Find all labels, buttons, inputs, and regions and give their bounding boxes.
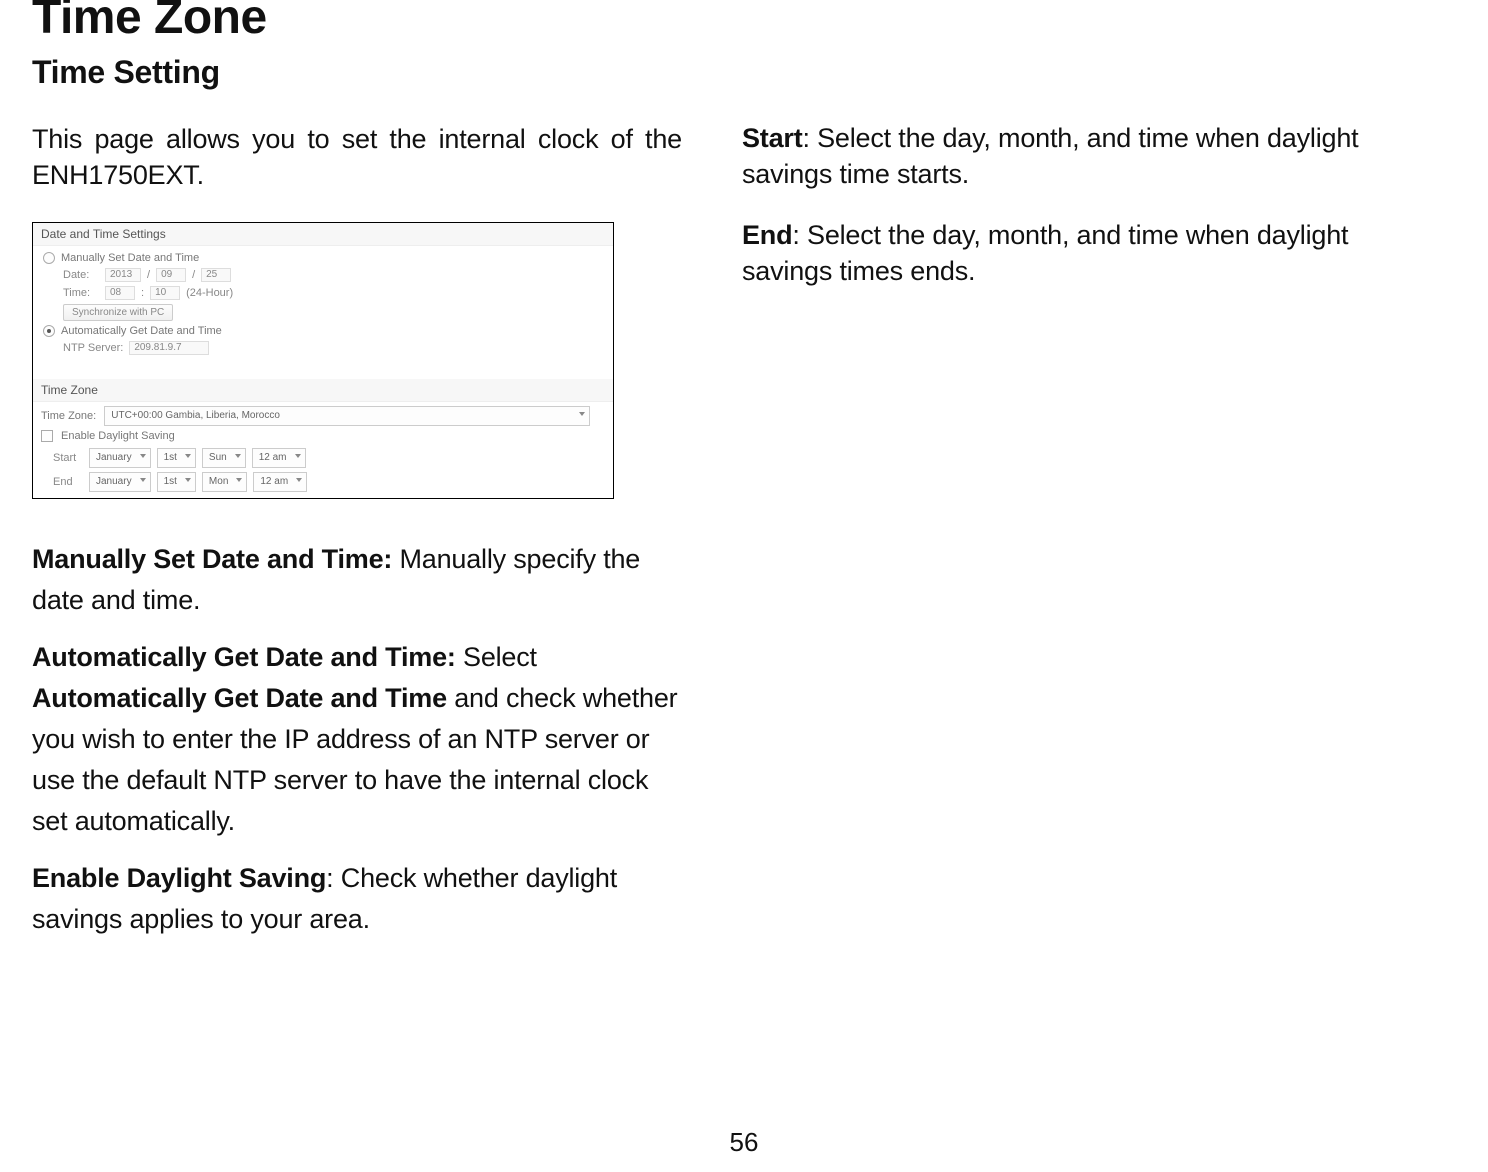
two-column-layout: This page allows you to set the internal… [32,121,1458,940]
end-label: End [53,476,83,488]
time-suffix: (24-Hour) [186,287,233,299]
end-time-select[interactable]: 12 am [253,472,307,492]
date-day-input[interactable]: 25 [201,268,231,282]
timezone-label: Time Zone: [41,410,96,422]
para-start: Start: Select the day, month, and time w… [742,121,1442,192]
section-header-datetime: Date and Time Settings [33,223,613,246]
sync-row: Synchronize with PC [43,302,603,323]
ntp-row: NTP Server: 209.81.9.7 [43,339,603,357]
radio-manual-label: Manually Set Date and Time [61,252,199,264]
page-number: 56 [0,1127,1488,1158]
para-end: End: Select the day, month, and time whe… [742,218,1442,289]
para-start-bold: Start [742,123,803,153]
page-title: Time Zone [32,0,1458,42]
para-auto-rest1: Select [456,642,537,672]
ntp-input[interactable]: 209.81.9.7 [129,341,209,355]
separator: / [147,269,150,281]
page-content: Time Zone Time Setting This page allows … [0,0,1488,940]
section-body-datetime: Manually Set Date and Time Date: 2013 / … [33,246,613,365]
start-time-select[interactable]: 12 am [252,448,306,468]
dst-label: Enable Daylight Saving [61,430,175,442]
end-day-select[interactable]: Mon [202,472,247,492]
start-label: Start [53,452,83,464]
time-hour-input[interactable]: 08 [105,286,135,300]
date-label: Date: [63,269,99,281]
timezone-select[interactable]: UTC+00:00 Gambia, Liberia, Morocco [104,406,590,426]
para-auto: Automatically Get Date and Time: Select … [32,637,682,842]
timezone-row: Time Zone: UTC+00:00 Gambia, Liberia, Mo… [33,402,613,430]
para-manual: Manually Set Date and Time: Manually spe… [32,539,682,621]
end-month-select[interactable]: January [89,472,151,492]
start-month-select[interactable]: January [89,448,151,468]
separator: : [141,287,144,299]
date-row: Date: 2013 / 09 / 25 [43,266,603,284]
checkbox-icon[interactable] [41,430,53,442]
para-auto-bold1: Automatically Get Date and Time: [32,642,456,672]
para-auto-bold2: Automatically Get Date and Time [32,683,447,713]
page-subtitle: Time Setting [32,54,1458,91]
para-end-rest: : Select the day, month, and time when d… [742,220,1348,286]
time-min-input[interactable]: 10 [150,286,180,300]
date-year-input[interactable]: 2013 [105,268,141,282]
right-column: Start: Select the day, month, and time w… [742,121,1442,940]
radio-icon[interactable] [43,252,55,264]
left-column: This page allows you to set the internal… [32,121,682,940]
date-month-input[interactable]: 09 [156,268,186,282]
radio-auto-label: Automatically Get Date and Time [61,325,222,337]
radio-auto-row: Automatically Get Date and Time [43,323,603,339]
para-manual-bold: Manually Set Date and Time: [32,544,392,574]
start-day-select[interactable]: Sun [202,448,246,468]
dst-row: Enable Daylight Saving [33,430,613,446]
time-row: Time: 08 : 10 (24-Hour) [43,284,603,302]
separator: / [192,269,195,281]
para-dst: Enable Daylight Saving: Check whether da… [32,858,682,940]
ntp-label: NTP Server: [63,342,123,354]
start-ord-select[interactable]: 1st [157,448,196,468]
radio-icon[interactable] [43,325,55,337]
para-end-bold: End [742,220,792,250]
time-label: Time: [63,287,99,299]
settings-screenshot: Date and Time Settings Manually Set Date… [32,222,614,499]
section-header-timezone: Time Zone [33,379,613,402]
para-start-rest: : Select the day, month, and time when d… [742,123,1358,189]
dst-start-row: Start January 1st Sun 12 am [33,446,613,470]
dst-end-row: End January 1st Mon 12 am [33,470,613,498]
para-dst-bold: Enable Daylight Saving [32,863,326,893]
end-ord-select[interactable]: 1st [157,472,196,492]
radio-manual-row: Manually Set Date and Time [43,250,603,266]
intro-text: This page allows you to set the internal… [32,121,682,194]
sync-pc-button[interactable]: Synchronize with PC [63,304,173,321]
